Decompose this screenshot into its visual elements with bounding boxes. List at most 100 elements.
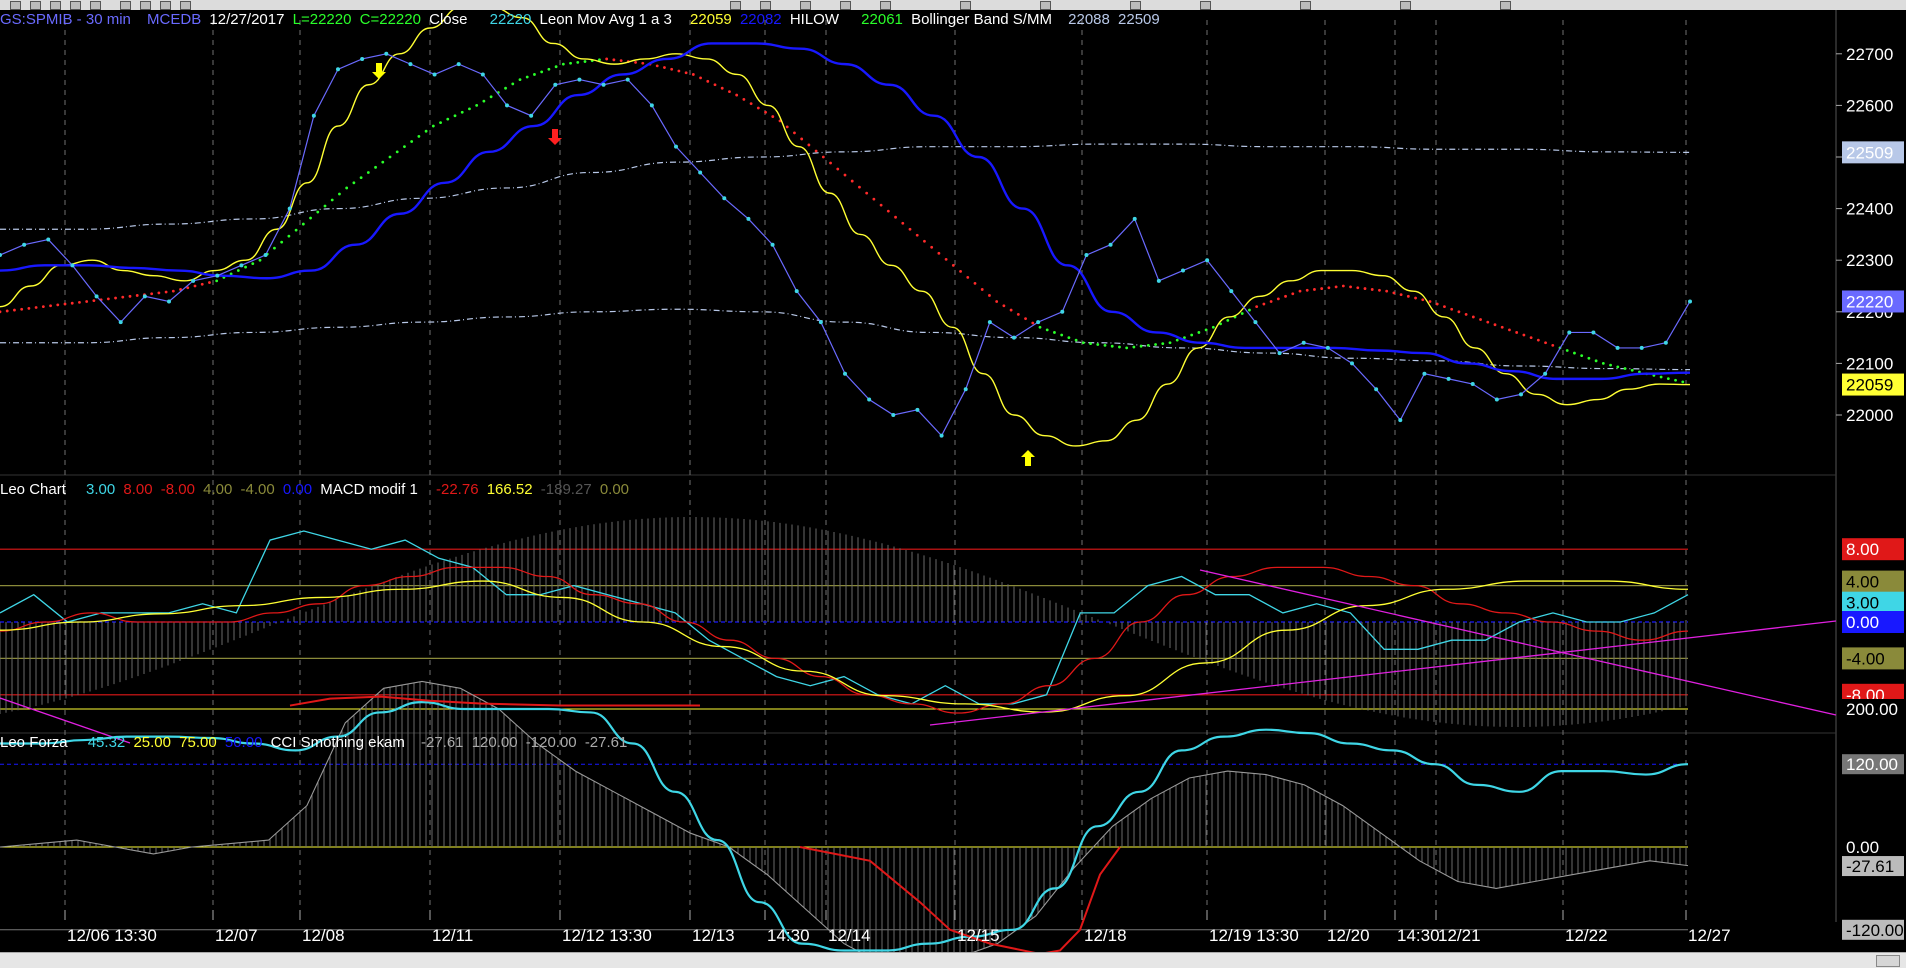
toolbar-icon[interactable] [160, 1, 171, 10]
hilow-dot [439, 121, 442, 124]
hilow-dot [944, 257, 948, 261]
close-point [1374, 387, 1379, 392]
hilow-dot [1009, 308, 1013, 312]
hilow-dot [1385, 289, 1389, 293]
toolbar-icon[interactable] [120, 1, 131, 10]
close-point [70, 263, 75, 268]
leo-forza-badge-label: 120.00 [1846, 755, 1898, 774]
leo-chart-v1: 3.00 [86, 481, 116, 498]
toolbar-icon[interactable] [1400, 1, 1411, 10]
toolbar-icon[interactable] [840, 1, 851, 10]
hilow-dot [540, 70, 544, 74]
hilow-dot [1406, 294, 1410, 298]
hilow-dot [395, 150, 399, 154]
hilow-dot [460, 110, 464, 114]
close-point [1470, 382, 1475, 387]
hilow-dot [482, 99, 486, 103]
toolbar-icon[interactable] [90, 1, 101, 10]
toolbar-icon[interactable] [760, 1, 771, 10]
hilow-dot [236, 269, 240, 272]
hilow-dot [330, 198, 334, 202]
hilow-dot [547, 67, 551, 71]
hilow-dot [1392, 291, 1396, 295]
close-label: Close [429, 11, 468, 28]
hilow-dot [85, 300, 89, 303]
hilow-dot [135, 294, 139, 297]
close-point [1036, 320, 1041, 325]
hilow-dot [352, 181, 356, 185]
macd-v2: 166.52 [486, 481, 533, 498]
x-tick-label: 12/11 [432, 926, 473, 945]
hilow-dot [1276, 297, 1280, 301]
toolbar-icon[interactable] [180, 1, 191, 10]
hilow-dot [1616, 365, 1620, 369]
toolbar-icon[interactable] [880, 1, 891, 10]
hilow-dot [525, 75, 529, 79]
hilow-dot [1443, 305, 1446, 309]
hilow-dot [49, 304, 52, 308]
close-point [1519, 392, 1523, 397]
leo-chart-v6: 0.00 [282, 481, 313, 498]
toolbar-icon[interactable] [1300, 1, 1311, 10]
hilow-dot [193, 284, 197, 288]
x-tick-label: 12/13 [692, 926, 735, 945]
hilow-dot [1146, 343, 1150, 347]
close-point [118, 320, 123, 325]
hilow-dot [728, 90, 731, 94]
scroll-right-button[interactable] [1876, 955, 1900, 967]
leo-forza-header: Leo Forza 45.32 25.00 75.00 50.00 CCI Sm… [0, 734, 631, 751]
close-point [384, 51, 389, 56]
hilow-dot [164, 290, 168, 294]
toolbar-icon[interactable] [50, 1, 61, 10]
mov-avg-value2: 22082 [739, 11, 782, 28]
hilow-dot [1471, 315, 1475, 319]
toolbar-icon[interactable] [800, 1, 811, 10]
x-tick-label: 12/07 [215, 926, 258, 945]
x-tick-label: 12/08 [302, 926, 345, 945]
macd-v3: -189.27 [540, 481, 592, 498]
toolbar-icon[interactable] [1200, 1, 1211, 10]
hilow-dot [489, 95, 493, 99]
x-tick-label: 12/22 [1565, 926, 1608, 945]
source-label: MCEDB [147, 11, 202, 28]
leo-forza-v2: 25.00 [133, 734, 171, 751]
close-point [1494, 397, 1499, 402]
hilow-dot [1197, 331, 1201, 334]
hilow-dot [34, 306, 38, 309]
hilow-dot [569, 61, 572, 65]
hilow-dot [431, 124, 435, 128]
hilow-dot [771, 115, 775, 118]
hilow-dot [1190, 333, 1194, 337]
toolbar-icon[interactable] [1130, 1, 1141, 10]
cci-v2: 120.00 [471, 734, 518, 751]
toolbar-icon[interactable] [140, 1, 151, 10]
toolbar-icon[interactable] [1500, 1, 1511, 10]
hilow-dot [1327, 286, 1331, 290]
hilow-dot [858, 185, 861, 189]
horizontal-scrollbar[interactable] [0, 952, 1906, 968]
toolbar-icon[interactable] [1040, 1, 1051, 10]
hilow-dot [1226, 319, 1230, 322]
y-tick-label: 22400 [1846, 200, 1893, 219]
close-point [239, 263, 244, 268]
close-point [1422, 371, 1427, 376]
toolbar-icon[interactable] [960, 1, 971, 10]
toolbar-icon[interactable] [30, 1, 41, 10]
close-point [1615, 345, 1620, 350]
close-point [1688, 299, 1692, 304]
hilow-dot [836, 167, 840, 171]
hilow-dot [850, 179, 854, 183]
leo-chart-v3: -8.00 [160, 481, 195, 498]
hilow-dot [1110, 344, 1114, 348]
hilow-dot [1399, 293, 1403, 296]
close-point [142, 294, 147, 299]
hilow-dot [504, 86, 507, 90]
toolbar-icon[interactable] [70, 1, 81, 10]
close-point [1301, 340, 1306, 345]
toolbar-icon[interactable] [730, 1, 741, 10]
hilow-dot [1045, 328, 1049, 332]
hilow-dot [1500, 325, 1504, 329]
toolbar-icon[interactable] [10, 1, 21, 10]
cci-label: CCI Smothing ekam [270, 734, 405, 751]
close-point [963, 387, 968, 392]
